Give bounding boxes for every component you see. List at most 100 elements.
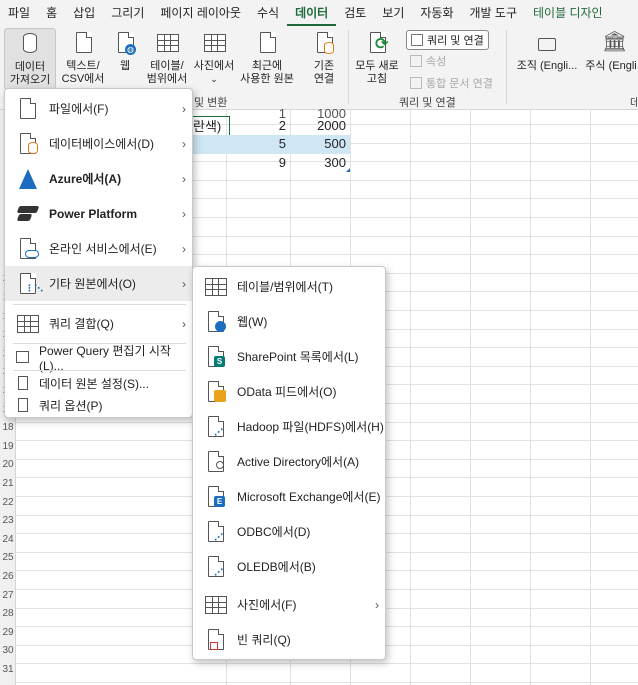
refresh-all-label: 모두 새로 고침 [355,60,399,85]
menu-divider [13,304,186,305]
properties-button[interactable]: 속성 [410,53,446,69]
menu-item-other-sources[interactable]: ⋮⋱ 기타 원본에서(O) › [5,266,192,301]
row-number[interactable]: 27 [0,590,16,601]
tab-page-layout[interactable]: 페이지 레이아웃 [152,0,249,26]
briefcase-icon [535,30,559,58]
tab-insert[interactable]: 삽입 [65,0,103,26]
combine-table-icon [15,311,41,337]
menu-item-label: 쿼리 옵션(P) [39,398,103,413]
tab-review[interactable]: 검토 [336,0,374,26]
table-icon [203,274,229,300]
chevron-right-icon: › [182,206,186,221]
row-number[interactable]: 31 [0,664,16,675]
get-data-label: 데이터 가져오기 [9,61,51,86]
cell-value[interactable]: 500 [290,134,350,154]
tab-data[interactable]: 데이터 [287,0,337,26]
text-file-icon [71,30,95,58]
submenu-item-from-picture[interactable]: 사진에서(F) › [193,587,385,622]
menu-item-label: OData 피드에서(O) [237,385,337,399]
menu-item-label: Power Query 편집기 시작(L)... [39,343,171,373]
cell-value[interactable]: 2000 [290,116,350,136]
web-globe-icon: ◍ [113,30,137,58]
group-label-data: 데 [630,97,638,109]
get-data-button[interactable]: 데이터 가져오기 [4,28,56,90]
table-resize-handle[interactable] [346,168,350,172]
cell-value[interactable]: 5 [228,134,290,154]
bank-icon: 🏛 [602,31,628,53]
submenu-item-exchange[interactable]: E Microsoft Exchange에서(E) [193,479,385,514]
pq-editor-icon [15,349,31,365]
tab-developer[interactable]: 개발 도구 [462,0,526,26]
menu-item-query-options[interactable]: 쿼리 옵션(P) [5,393,192,417]
file-icon [15,96,41,122]
blank-query-icon [203,627,229,653]
menu-item-data-source-settings[interactable]: 데이터 원본 설정(S)... [5,371,192,395]
menu-item-label: Microsoft Exchange에서(E) [237,490,381,504]
stocks-button[interactable]: 조직 (Engli... [514,28,580,73]
submenu-item-odbc[interactable]: ⋰ ODBC에서(D) [193,514,385,549]
tab-file[interactable]: 파일 [0,0,38,26]
cell-value[interactable]: 300 [290,153,350,173]
menu-item-combine-queries[interactable]: 쿼리 결합(Q) › [5,306,192,341]
odbc-icon: ⋰ [203,519,229,545]
table-range-button[interactable]: 테이블/ 범위에서 [144,28,190,86]
text-csv-button[interactable]: 텍스트/ CSV에서 [60,28,106,86]
recent-sources-button[interactable]: 최근에 사용한 원본 [236,28,298,86]
refresh-all-button[interactable]: ⟳ 모두 새로 고침 [352,28,402,86]
tab-home[interactable]: 홈 [38,0,65,26]
menu-item-power-platform[interactable]: Power Platform › [5,196,192,231]
oledb-icon: ⋰ [203,554,229,580]
grid-column-line [410,110,411,685]
tab-view[interactable]: 보기 [374,0,412,26]
submenu-item-blank-query[interactable]: 빈 쿼리(Q) [193,622,385,657]
menu-item-label: 사진에서(F) [237,598,297,612]
row-number[interactable]: 22 [0,497,16,508]
ribbon-separator [348,30,349,104]
row-number[interactable]: 30 [0,645,16,656]
database-icon [15,131,41,157]
web-button[interactable]: ◍ 웹 [108,28,142,73]
database-icon [18,31,42,59]
power-platform-icon [15,201,41,227]
tab-draw[interactable]: 그리기 [103,0,152,26]
hadoop-icon: ⋰ [203,414,229,440]
row-number[interactable]: 29 [0,627,16,638]
currencies-button[interactable]: 🏛 주식 (Engli [584,28,638,73]
submenu-item-odata[interactable]: OData 피드에서(O) [193,374,385,409]
submenu-item-oledb[interactable]: ⋰ OLEDB에서(B) [193,549,385,584]
menu-item-label: 기타 원본에서(O) [49,277,136,291]
ribbon-tabs: 파일 홈 삽입 그리기 페이지 레이아웃 수식 데이터 검토 보기 자동화 개발… [0,0,638,26]
properties-icon [410,55,422,67]
row-number[interactable]: 26 [0,571,16,582]
submenu-item-sharepoint[interactable]: S SharePoint 목록에서(L) [193,339,385,374]
tab-automate[interactable]: 자동화 [412,0,461,26]
row-number[interactable]: 19 [0,441,16,452]
row-number[interactable]: 21 [0,478,16,489]
row-number[interactable]: 25 [0,552,16,563]
submenu-item-hadoop[interactable]: ⋰ Hadoop 파일(HDFS)에서(H) [193,409,385,444]
active-directory-icon [203,449,229,475]
menu-item-online-services[interactable]: 온라인 서비스에서(E) › [5,231,192,266]
menu-item-from-database[interactable]: 데이터베이스에서(D) › [5,126,192,161]
menu-item-from-azure[interactable]: Azure에서(A) › [5,161,192,196]
edit-links-button[interactable]: 통합 문서 연결 [410,75,493,91]
row-number[interactable]: 28 [0,608,16,619]
row-number[interactable]: 18 [0,422,16,433]
submenu-item-web[interactable]: 웹(W) [193,304,385,339]
cell-value[interactable]: 9 [228,153,290,173]
cell-value[interactable]: 2 [228,116,290,136]
picture-table-icon [202,30,226,58]
row-number[interactable]: 20 [0,459,16,470]
tab-formulas[interactable]: 수식 [249,0,287,26]
row-number[interactable]: 23 [0,515,16,526]
row-number[interactable]: 24 [0,534,16,545]
tab-table-design[interactable]: 테이블 디자인 [525,0,611,26]
chevron-right-icon: › [182,241,186,256]
submenu-item-active-directory[interactable]: Active Directory에서(A) [193,444,385,479]
existing-connections-button[interactable]: 기존 연결 [302,28,346,86]
menu-item-from-file[interactable]: 파일에서(F) › [5,91,192,126]
menu-item-launch-pq-editor[interactable]: Power Query 편집기 시작(L)... [5,344,192,373]
queries-connections-button[interactable]: 쿼리 및 연결 [406,30,489,50]
submenu-item-table-range[interactable]: 테이블/범위에서(T) [193,269,385,304]
from-picture-button[interactable]: 사진에서 ⌄ [192,28,236,86]
